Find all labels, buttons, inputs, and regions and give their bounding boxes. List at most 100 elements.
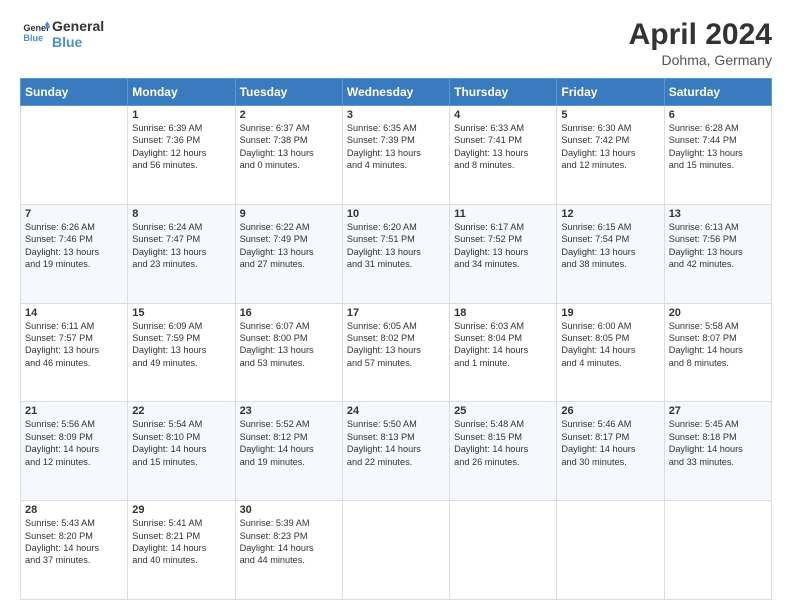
calendar-body: 1Sunrise: 6:39 AM Sunset: 7:36 PM Daylig… xyxy=(21,106,772,600)
calendar-week-row: 1Sunrise: 6:39 AM Sunset: 7:36 PM Daylig… xyxy=(21,106,772,205)
day-details: Sunrise: 6:26 AM Sunset: 7:46 PM Dayligh… xyxy=(25,221,123,271)
calendar-table: SundayMondayTuesdayWednesdayThursdayFrid… xyxy=(20,78,772,600)
logo-general: General xyxy=(52,18,104,34)
calendar-cell: 21Sunrise: 5:56 AM Sunset: 8:09 PM Dayli… xyxy=(21,402,128,501)
calendar-cell: 27Sunrise: 5:45 AM Sunset: 8:18 PM Dayli… xyxy=(664,402,771,501)
day-details: Sunrise: 6:30 AM Sunset: 7:42 PM Dayligh… xyxy=(561,122,659,172)
day-number: 24 xyxy=(347,405,445,417)
day-number: 29 xyxy=(132,504,230,516)
day-details: Sunrise: 5:41 AM Sunset: 8:21 PM Dayligh… xyxy=(132,517,230,567)
day-number: 11 xyxy=(454,208,552,220)
day-number: 2 xyxy=(240,109,338,121)
weekday-header-cell: Wednesday xyxy=(342,79,449,106)
calendar-cell xyxy=(21,106,128,205)
logo: General Blue General Blue xyxy=(20,18,104,50)
day-details: Sunrise: 6:35 AM Sunset: 7:39 PM Dayligh… xyxy=(347,122,445,172)
day-number: 3 xyxy=(347,109,445,121)
day-details: Sunrise: 6:07 AM Sunset: 8:00 PM Dayligh… xyxy=(240,320,338,370)
page: General Blue General Blue April 2024 Doh… xyxy=(0,0,792,612)
day-details: Sunrise: 6:24 AM Sunset: 7:47 PM Dayligh… xyxy=(132,221,230,271)
calendar-cell: 8Sunrise: 6:24 AM Sunset: 7:47 PM Daylig… xyxy=(128,204,235,303)
calendar-cell: 25Sunrise: 5:48 AM Sunset: 8:15 PM Dayli… xyxy=(450,402,557,501)
day-number: 6 xyxy=(669,109,767,121)
svg-text:Blue: Blue xyxy=(23,33,43,43)
weekday-header-cell: Sunday xyxy=(21,79,128,106)
day-details: Sunrise: 6:37 AM Sunset: 7:38 PM Dayligh… xyxy=(240,122,338,172)
day-details: Sunrise: 5:56 AM Sunset: 8:09 PM Dayligh… xyxy=(25,418,123,468)
month-title: April 2024 xyxy=(629,18,772,52)
day-details: Sunrise: 5:48 AM Sunset: 8:15 PM Dayligh… xyxy=(454,418,552,468)
day-details: Sunrise: 5:43 AM Sunset: 8:20 PM Dayligh… xyxy=(25,517,123,567)
day-number: 16 xyxy=(240,307,338,319)
day-number: 9 xyxy=(240,208,338,220)
day-details: Sunrise: 6:22 AM Sunset: 7:49 PM Dayligh… xyxy=(240,221,338,271)
calendar-week-row: 28Sunrise: 5:43 AM Sunset: 8:20 PM Dayli… xyxy=(21,501,772,600)
weekday-header-cell: Monday xyxy=(128,79,235,106)
day-number: 5 xyxy=(561,109,659,121)
calendar-cell: 18Sunrise: 6:03 AM Sunset: 8:04 PM Dayli… xyxy=(450,303,557,402)
day-details: Sunrise: 5:54 AM Sunset: 8:10 PM Dayligh… xyxy=(132,418,230,468)
day-details: Sunrise: 6:39 AM Sunset: 7:36 PM Dayligh… xyxy=(132,122,230,172)
calendar-cell: 28Sunrise: 5:43 AM Sunset: 8:20 PM Dayli… xyxy=(21,501,128,600)
day-number: 15 xyxy=(132,307,230,319)
calendar-cell: 5Sunrise: 6:30 AM Sunset: 7:42 PM Daylig… xyxy=(557,106,664,205)
day-details: Sunrise: 6:03 AM Sunset: 8:04 PM Dayligh… xyxy=(454,320,552,370)
calendar-week-row: 21Sunrise: 5:56 AM Sunset: 8:09 PM Dayli… xyxy=(21,402,772,501)
day-details: Sunrise: 6:28 AM Sunset: 7:44 PM Dayligh… xyxy=(669,122,767,172)
calendar-cell: 19Sunrise: 6:00 AM Sunset: 8:05 PM Dayli… xyxy=(557,303,664,402)
day-number: 19 xyxy=(561,307,659,319)
day-details: Sunrise: 5:52 AM Sunset: 8:12 PM Dayligh… xyxy=(240,418,338,468)
calendar-cell: 10Sunrise: 6:20 AM Sunset: 7:51 PM Dayli… xyxy=(342,204,449,303)
calendar-cell: 14Sunrise: 6:11 AM Sunset: 7:57 PM Dayli… xyxy=(21,303,128,402)
day-number: 12 xyxy=(561,208,659,220)
calendar-cell: 24Sunrise: 5:50 AM Sunset: 8:13 PM Dayli… xyxy=(342,402,449,501)
calendar-cell: 11Sunrise: 6:17 AM Sunset: 7:52 PM Dayli… xyxy=(450,204,557,303)
calendar-cell: 15Sunrise: 6:09 AM Sunset: 7:59 PM Dayli… xyxy=(128,303,235,402)
day-details: Sunrise: 5:46 AM Sunset: 8:17 PM Dayligh… xyxy=(561,418,659,468)
day-details: Sunrise: 6:11 AM Sunset: 7:57 PM Dayligh… xyxy=(25,320,123,370)
calendar-week-row: 7Sunrise: 6:26 AM Sunset: 7:46 PM Daylig… xyxy=(21,204,772,303)
day-details: Sunrise: 5:58 AM Sunset: 8:07 PM Dayligh… xyxy=(669,320,767,370)
weekday-header-cell: Thursday xyxy=(450,79,557,106)
calendar-cell: 20Sunrise: 5:58 AM Sunset: 8:07 PM Dayli… xyxy=(664,303,771,402)
day-details: Sunrise: 6:13 AM Sunset: 7:56 PM Dayligh… xyxy=(669,221,767,271)
day-number: 18 xyxy=(454,307,552,319)
day-number: 13 xyxy=(669,208,767,220)
day-number: 22 xyxy=(132,405,230,417)
calendar-cell: 22Sunrise: 5:54 AM Sunset: 8:10 PM Dayli… xyxy=(128,402,235,501)
calendar-cell xyxy=(557,501,664,600)
day-number: 14 xyxy=(25,307,123,319)
calendar-cell: 30Sunrise: 5:39 AM Sunset: 8:23 PM Dayli… xyxy=(235,501,342,600)
day-number: 10 xyxy=(347,208,445,220)
day-number: 20 xyxy=(669,307,767,319)
day-number: 1 xyxy=(132,109,230,121)
day-number: 30 xyxy=(240,504,338,516)
day-number: 28 xyxy=(25,504,123,516)
logo-blue: Blue xyxy=(52,34,104,50)
day-details: Sunrise: 5:39 AM Sunset: 8:23 PM Dayligh… xyxy=(240,517,338,567)
day-details: Sunrise: 6:17 AM Sunset: 7:52 PM Dayligh… xyxy=(454,221,552,271)
weekday-header-cell: Tuesday xyxy=(235,79,342,106)
day-number: 17 xyxy=(347,307,445,319)
calendar-cell xyxy=(450,501,557,600)
day-details: Sunrise: 6:20 AM Sunset: 7:51 PM Dayligh… xyxy=(347,221,445,271)
day-number: 4 xyxy=(454,109,552,121)
logo-icon: General Blue xyxy=(22,20,50,48)
calendar-cell: 16Sunrise: 6:07 AM Sunset: 8:00 PM Dayli… xyxy=(235,303,342,402)
calendar-cell: 1Sunrise: 6:39 AM Sunset: 7:36 PM Daylig… xyxy=(128,106,235,205)
calendar-cell: 2Sunrise: 6:37 AM Sunset: 7:38 PM Daylig… xyxy=(235,106,342,205)
weekday-header-row: SundayMondayTuesdayWednesdayThursdayFrid… xyxy=(21,79,772,106)
weekday-header-cell: Saturday xyxy=(664,79,771,106)
weekday-header-cell: Friday xyxy=(557,79,664,106)
location-title: Dohma, Germany xyxy=(629,52,772,68)
calendar-cell: 4Sunrise: 6:33 AM Sunset: 7:41 PM Daylig… xyxy=(450,106,557,205)
calendar-cell: 17Sunrise: 6:05 AM Sunset: 8:02 PM Dayli… xyxy=(342,303,449,402)
calendar-cell: 3Sunrise: 6:35 AM Sunset: 7:39 PM Daylig… xyxy=(342,106,449,205)
calendar-cell: 7Sunrise: 6:26 AM Sunset: 7:46 PM Daylig… xyxy=(21,204,128,303)
day-details: Sunrise: 5:50 AM Sunset: 8:13 PM Dayligh… xyxy=(347,418,445,468)
calendar-cell: 23Sunrise: 5:52 AM Sunset: 8:12 PM Dayli… xyxy=(235,402,342,501)
day-details: Sunrise: 6:33 AM Sunset: 7:41 PM Dayligh… xyxy=(454,122,552,172)
day-number: 21 xyxy=(25,405,123,417)
day-number: 23 xyxy=(240,405,338,417)
calendar-week-row: 14Sunrise: 6:11 AM Sunset: 7:57 PM Dayli… xyxy=(21,303,772,402)
